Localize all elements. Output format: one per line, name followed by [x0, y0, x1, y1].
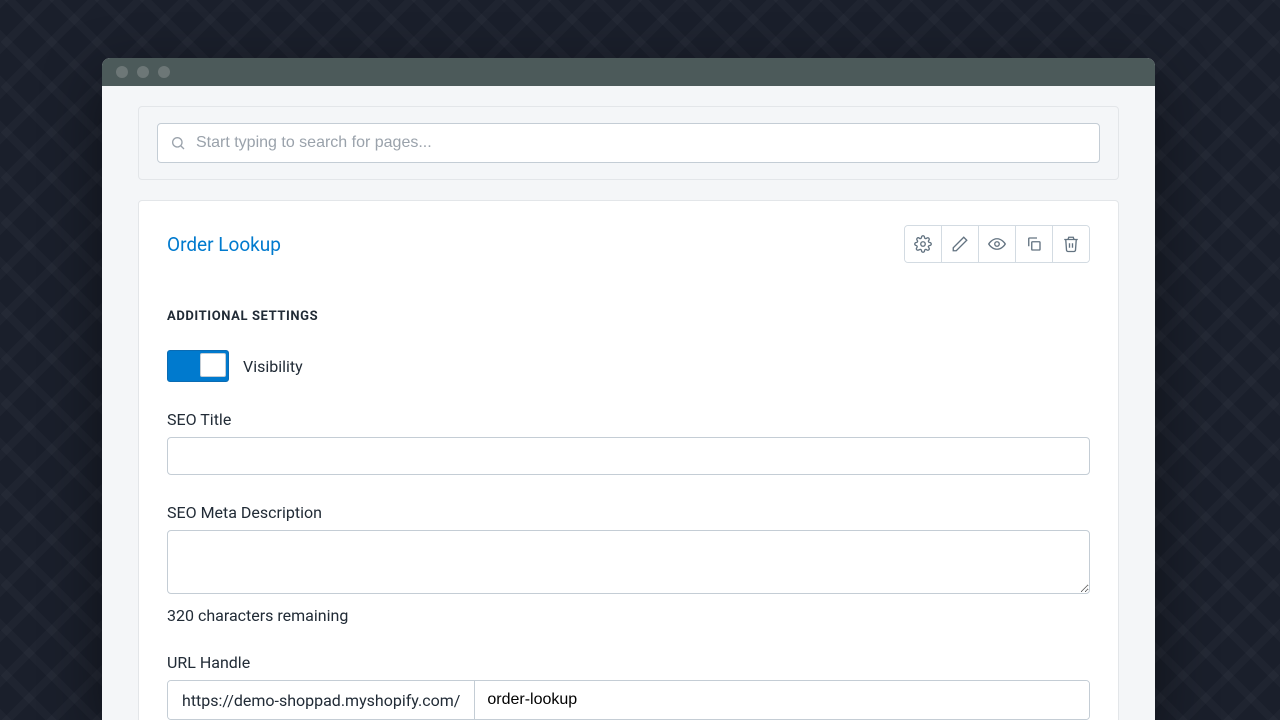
search-input-wrapper[interactable]	[157, 123, 1100, 163]
copy-icon	[1025, 235, 1043, 253]
url-handle-row: https://demo-shoppad.myshopify.com/	[167, 680, 1090, 720]
seo-title-input[interactable]	[167, 437, 1090, 475]
view-button[interactable]	[978, 226, 1015, 262]
seo-meta-textarea[interactable]	[167, 530, 1090, 594]
pencil-icon	[951, 235, 969, 253]
section-header-additional-settings: ADDITIONAL SETTINGS	[167, 309, 1090, 324]
seo-title-label: SEO Title	[167, 410, 1090, 429]
search-panel	[138, 106, 1119, 180]
search-input[interactable]	[194, 133, 1087, 153]
duplicate-button[interactable]	[1015, 226, 1052, 262]
gear-icon	[914, 235, 932, 253]
settings-button[interactable]	[905, 226, 941, 262]
seo-meta-label: SEO Meta Description	[167, 503, 1090, 522]
app-window: Order Lookup	[102, 58, 1155, 720]
url-prefix: https://demo-shoppad.myshopify.com/	[168, 681, 475, 719]
window-dot-close[interactable]	[116, 66, 128, 78]
seo-meta-helper: 320 characters remaining	[167, 606, 1090, 625]
page-title[interactable]: Order Lookup	[167, 233, 281, 256]
page-settings-card: Order Lookup	[138, 200, 1119, 720]
visibility-toggle[interactable]	[167, 350, 229, 382]
card-header: Order Lookup	[167, 225, 1090, 263]
window-titlebar	[102, 58, 1155, 86]
trash-icon	[1062, 235, 1080, 253]
delete-button[interactable]	[1052, 226, 1089, 262]
toggle-knob	[200, 353, 226, 377]
visibility-label: Visibility	[243, 357, 303, 376]
search-icon	[170, 135, 186, 151]
action-bar	[904, 225, 1090, 263]
visibility-row: Visibility	[167, 350, 1090, 382]
url-handle-input[interactable]	[475, 681, 1089, 719]
window-dot-zoom[interactable]	[158, 66, 170, 78]
window-dot-minimize[interactable]	[137, 66, 149, 78]
url-handle-label: URL Handle	[167, 653, 1090, 672]
eye-icon	[988, 235, 1006, 253]
edit-button[interactable]	[941, 226, 978, 262]
app-body: Order Lookup	[102, 106, 1155, 720]
